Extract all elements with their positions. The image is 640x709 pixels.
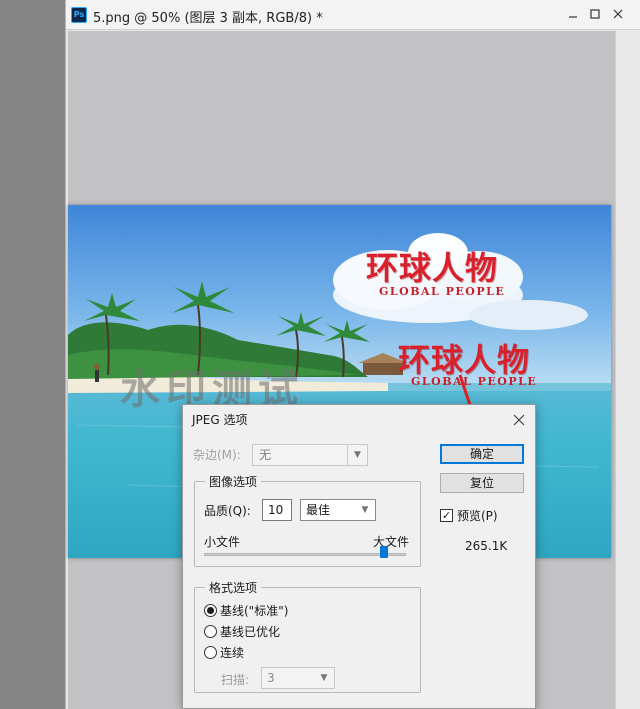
brand-title-upper: 环球人物 [366, 249, 499, 287]
brand-subtitle-upper: GLOBAL PEOPLE [379, 285, 506, 298]
file-size-label: 265.1K [465, 539, 508, 553]
large-file-label: 大文件 [373, 535, 410, 549]
small-file-label: 小文件 [204, 535, 241, 549]
image-options-label: 图像选项 [205, 473, 262, 490]
radio-baseline-standard[interactable] [204, 604, 217, 617]
chevron-down-icon: ▼ [320, 673, 328, 683]
quality-label: 品质(Q): [204, 504, 251, 518]
format-options-group: 格式选项 基线("标准") 基线已优化 连续 扫描: 3 ▼ [194, 579, 421, 693]
radio-selected-dot [207, 607, 214, 614]
radio-progressive[interactable] [204, 646, 217, 659]
dialog-title: JPEG 选项 [192, 413, 248, 427]
document-title: 5.png @ 50% (图层 3 副本, RGB/8) * [93, 11, 323, 26]
scan-value: 3 [267, 671, 275, 685]
jpeg-options-dialog: JPEG 选项 杂边(M): 无 ▼ 图像选项 品质(Q): 10 最佳 ▼ 小… [182, 404, 536, 709]
ok-button[interactable]: 确定 [440, 444, 524, 464]
radio-baseline-optimized[interactable] [204, 625, 217, 638]
preview-label: 预览(P) [457, 509, 498, 523]
close-icon[interactable] [607, 5, 629, 25]
format-options-label: 格式选项 [205, 579, 262, 596]
maximize-icon[interactable] [584, 5, 606, 25]
quality-preset-value: 最佳 [306, 503, 331, 517]
matte-value: 无 [259, 448, 272, 462]
radio-label-baseline-optimized: 基线已优化 [220, 625, 281, 639]
quality-input[interactable]: 10 [262, 499, 292, 521]
vertical-scrollbar[interactable] [615, 31, 640, 709]
radio-label-progressive: 连续 [220, 646, 245, 660]
matte-select[interactable]: 无 ▼ [252, 444, 368, 466]
scan-select[interactable]: 3 ▼ [261, 667, 335, 689]
quality-preset-select[interactable]: 最佳 ▼ [300, 499, 376, 521]
quality-slider-thumb[interactable] [380, 546, 388, 558]
dialog-close-icon[interactable] [513, 409, 525, 430]
image-options-group: 图像选项 品质(Q): 10 最佳 ▼ 小文件 大文件 [194, 473, 421, 567]
radio-label-baseline-standard: 基线("标准") [220, 604, 289, 618]
matte-label: 杂边(M): [193, 448, 241, 462]
preview-checkbox[interactable]: ✓ [440, 509, 453, 522]
minimize-icon[interactable] [562, 5, 584, 25]
chevron-down-icon: ▼ [361, 505, 369, 515]
reset-button[interactable]: 复位 [440, 473, 524, 493]
photoshop-icon: Ps [71, 7, 87, 23]
quality-slider-track[interactable] [204, 553, 406, 556]
chevron-down-icon: ▼ [347, 445, 367, 465]
document-titlebar[interactable]: Ps 5.png @ 50% (图层 3 副本, RGB/8) * [66, 0, 640, 30]
scan-label: 扫描: [221, 673, 250, 687]
